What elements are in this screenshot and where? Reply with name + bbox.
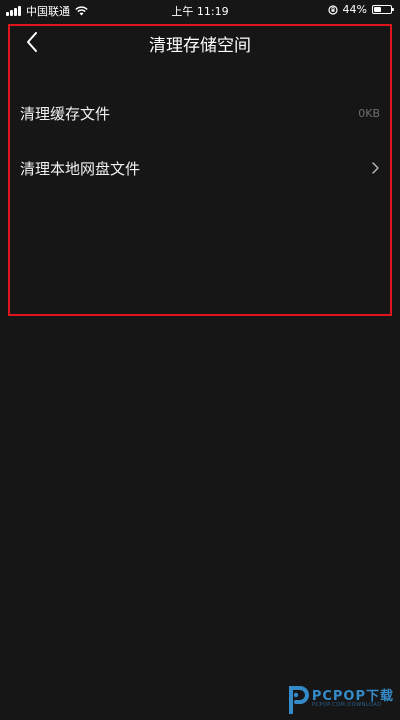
status-bar: 中国联通 上午 11:19 44%	[0, 0, 400, 20]
clear-local-disk-row[interactable]: 清理本地网盘文件	[20, 151, 380, 185]
battery-fill	[374, 7, 382, 12]
status-right: 44%	[327, 3, 394, 16]
clear-cache-row[interactable]: 清理缓存文件 0KB	[20, 96, 380, 130]
clear-cache-label: 清理缓存文件	[20, 104, 111, 123]
battery-percent: 44%	[342, 3, 367, 16]
watermark-text: PCPOP下载 PCPOP.COM.DOWNLOAD	[312, 690, 394, 708]
cache-size-value: 0KB	[358, 106, 380, 120]
battery-icon	[372, 5, 394, 14]
page-title: 清理存储空间	[149, 36, 251, 56]
orientation-lock-icon	[327, 4, 338, 15]
watermark-logo-icon	[288, 686, 309, 714]
watermark: PCPOP下载 PCPOP.COM.DOWNLOAD	[287, 684, 394, 714]
watermark-sub: PCPOP.COM.DOWNLOAD	[311, 702, 382, 708]
chevron-right-icon	[370, 161, 380, 175]
clear-local-disk-label: 清理本地网盘文件	[20, 159, 141, 178]
